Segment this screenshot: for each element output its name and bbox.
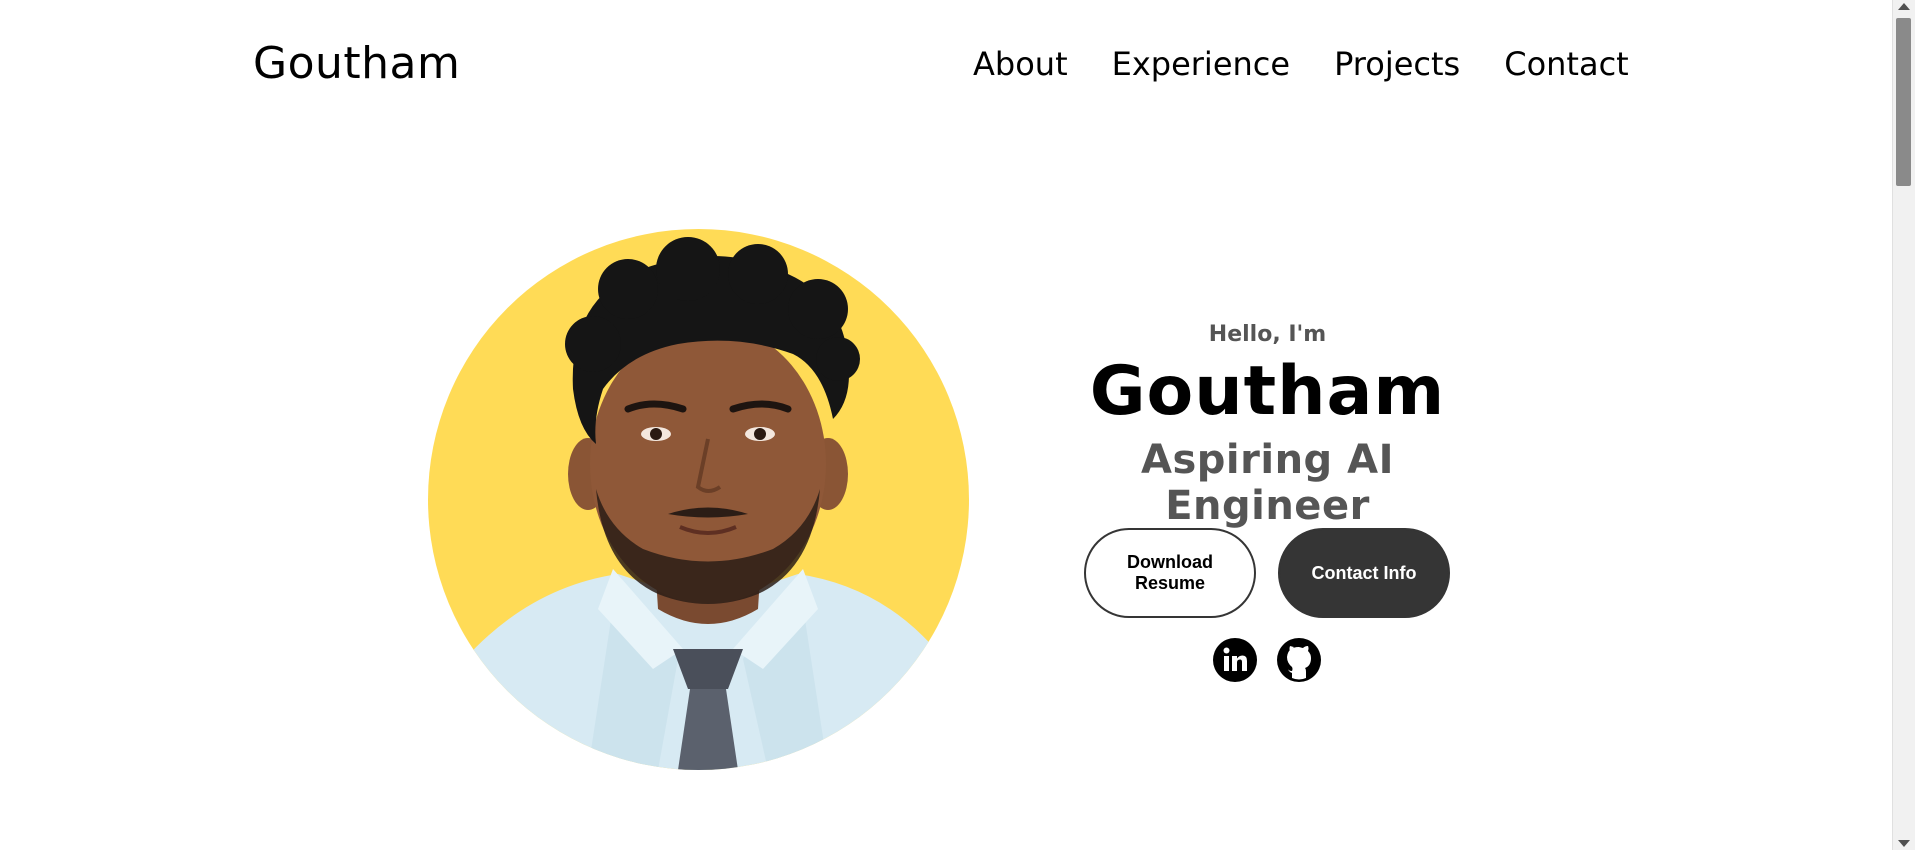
contact-info-button[interactable]: Contact Info: [1278, 528, 1450, 618]
profile-picture: [428, 229, 969, 770]
vertical-scrollbar[interactable]: [1892, 0, 1915, 850]
hero-name: Goutham: [1089, 352, 1446, 431]
nav-experience-link[interactable]: Experience: [1112, 45, 1290, 83]
scroll-down-arrow-icon[interactable]: [1898, 840, 1910, 847]
download-resume-button[interactable]: Download Resume: [1084, 528, 1256, 618]
hero-intro: Hello, I'm Goutham Aspiring AI Engineer: [1060, 320, 1475, 529]
hero-buttons: Download Resume Contact Info: [1084, 528, 1450, 618]
hero-title: Aspiring AI Engineer: [1141, 436, 1394, 529]
greeting-text: Hello, I'm: [1208, 322, 1327, 347]
linkedin-icon[interactable]: [1213, 638, 1257, 682]
page: Goutham About Experience Projects Contac…: [0, 0, 1915, 850]
github-icon[interactable]: [1277, 638, 1321, 682]
social-links: [1213, 638, 1321, 682]
nav-about-link[interactable]: About: [973, 45, 1068, 83]
scroll-up-arrow-icon[interactable]: [1898, 3, 1910, 10]
profile-portrait-illustration: [428, 237, 969, 770]
nav-contact-link[interactable]: Contact: [1504, 45, 1629, 83]
scrollbar-thumb[interactable]: [1896, 18, 1911, 186]
main-nav: About Experience Projects Contact: [973, 45, 1629, 83]
site-logo[interactable]: Goutham: [253, 38, 460, 89]
nav-projects-link[interactable]: Projects: [1334, 45, 1460, 83]
